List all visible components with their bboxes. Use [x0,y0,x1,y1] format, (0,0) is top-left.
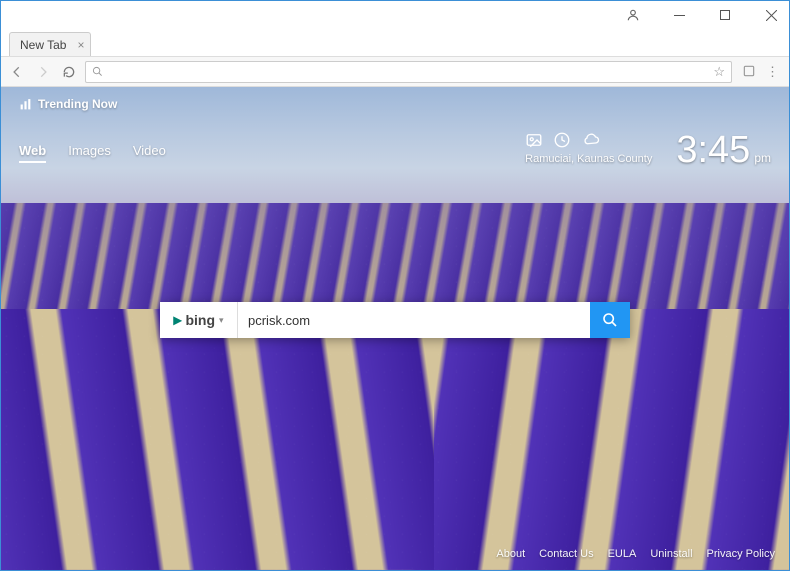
toolbar-icons: ⋮ [738,64,783,80]
address-bar[interactable]: ☆ [85,61,732,83]
cloud-icon[interactable] [581,131,601,149]
search-button[interactable] [590,302,630,338]
maximize-button[interactable] [711,1,739,29]
star-icon[interactable]: ☆ [713,64,725,80]
account-icon[interactable] [619,1,647,29]
footer-privacy[interactable]: Privacy Policy [707,548,775,560]
forward-button[interactable] [33,62,53,82]
bing-logo: ▸ bing [173,310,215,330]
search-category-nav: Web Images Video [19,143,166,163]
search-icon [92,66,103,77]
page-content: Trending Now Web Images Video Ramuciai, … [1,87,789,570]
browser-tab[interactable]: New Tab × [9,32,91,56]
toolbar: ☆ ⋮ [1,57,789,87]
weather-widget[interactable]: Ramuciai, Kaunas County [525,131,652,165]
engine-label: bing [185,312,215,328]
menu-icon[interactable]: ⋮ [766,64,779,80]
extension-icon[interactable] [742,64,756,80]
reload-button[interactable] [59,62,79,82]
minimize-button[interactable] [665,1,693,29]
search-icon [602,312,618,328]
footer-about[interactable]: About [496,548,525,560]
search-bar: ▸ bing ▾ [160,302,630,338]
weather-location: Ramuciai, Kaunas County [525,153,652,165]
gallery-icon[interactable] [525,131,543,149]
chevron-down-icon: ▾ [219,315,224,326]
nav-web[interactable]: Web [19,143,46,163]
header-widgets: Ramuciai, Kaunas County 3:45 pm [525,131,771,169]
trending-now[interactable]: Trending Now [19,97,117,111]
clock-time: 3:45 [676,131,750,169]
footer-eula[interactable]: EULA [608,548,637,560]
close-button[interactable] [757,1,785,29]
trending-label: Trending Now [38,97,117,111]
tab-title: New Tab [20,38,66,52]
browser-window: New Tab × ☆ ⋮ [0,0,790,571]
search-engine-selector[interactable]: ▸ bing ▾ [160,302,238,338]
search-input[interactable] [238,302,590,338]
window-titlebar [1,1,789,29]
footer-uninstall[interactable]: Uninstall [650,548,692,560]
clock-widget: 3:45 pm [676,131,771,169]
bars-icon [19,98,32,111]
bing-mark-icon: ▸ [173,310,181,330]
back-button[interactable] [7,62,27,82]
footer-links: About Contact Us EULA Uninstall Privacy … [496,548,775,560]
tab-strip: New Tab × [1,29,789,57]
nav-video[interactable]: Video [133,143,166,163]
nav-images[interactable]: Images [68,143,111,163]
clock-ampm: pm [754,151,771,165]
footer-contact[interactable]: Contact Us [539,548,593,560]
tab-close-icon[interactable]: × [77,38,84,52]
clock-icon[interactable] [553,131,571,149]
